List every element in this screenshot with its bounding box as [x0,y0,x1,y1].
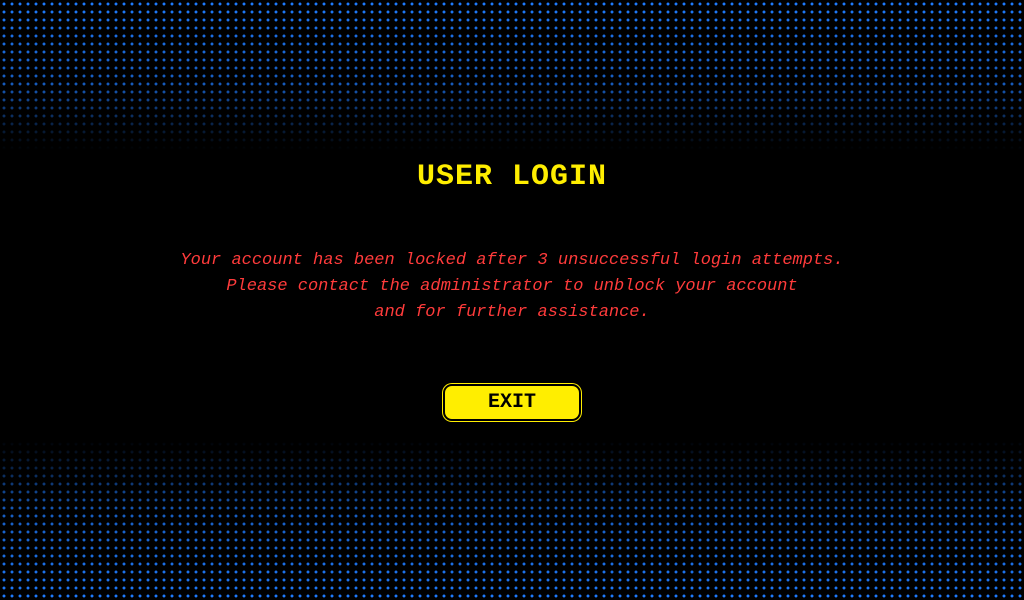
halftone-pattern-bottom [0,440,1024,600]
page-title: USER LOGIN [416,160,608,194]
login-screen: USER LOGIN Your account has been locked … [0,0,1024,600]
lockout-message-line: and for further assistance. [374,303,650,322]
lockout-message-line: Your account has been locked after 3 uns… [180,251,844,270]
exit-button[interactable]: EXIT [443,384,581,421]
lockout-message-line: Please contact the administrator to unbl… [226,277,798,296]
halftone-pattern-top [0,0,1024,150]
lockout-message: Your account has been locked after 3 uns… [0,248,1024,326]
